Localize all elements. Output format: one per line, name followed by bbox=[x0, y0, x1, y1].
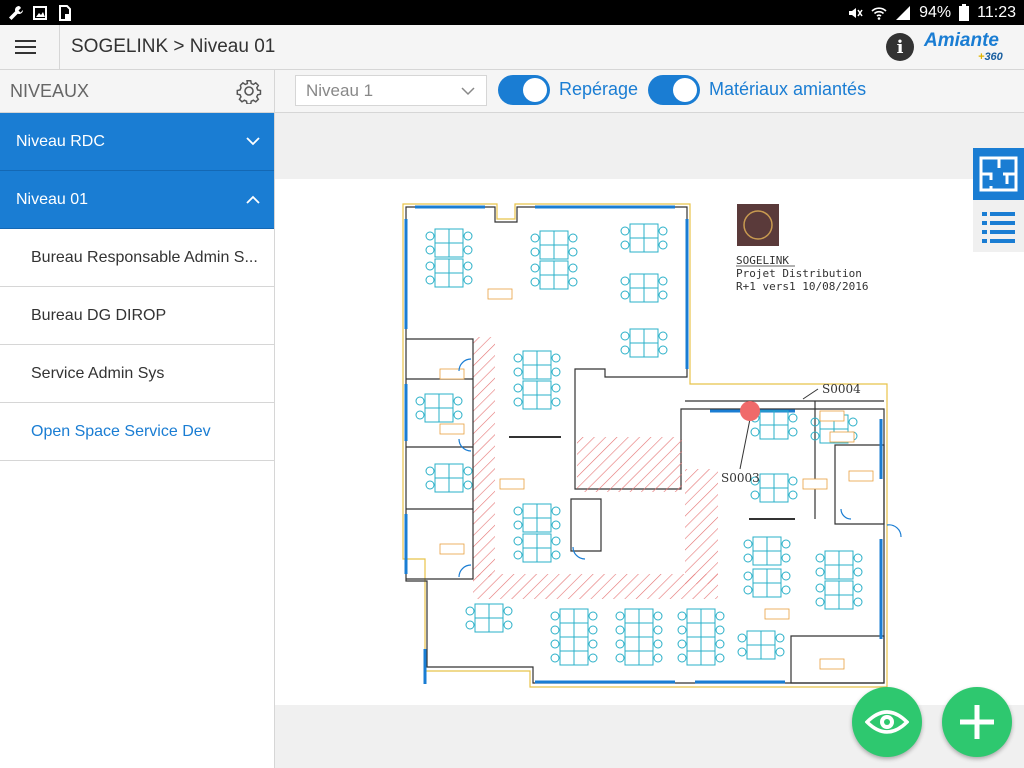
menu-icon[interactable] bbox=[0, 25, 50, 70]
plus-icon bbox=[960, 705, 994, 739]
clock: 11:23 bbox=[977, 3, 1016, 21]
image-icon bbox=[33, 5, 47, 20]
floorplan-icon bbox=[979, 156, 1018, 192]
plan-toolbar: Niveau 1 Repérage Matériaux amiantés bbox=[275, 70, 1024, 113]
level-item-rdc[interactable]: Niveau RDC bbox=[0, 113, 274, 171]
signal-icon bbox=[896, 5, 911, 20]
info-icon[interactable]: i bbox=[886, 33, 914, 61]
logo-text: Amiante bbox=[924, 30, 999, 51]
level-select[interactable]: Niveau 1 bbox=[295, 75, 487, 106]
reperage-toggle[interactable] bbox=[498, 75, 550, 105]
sidebar-title: NIVEAUX bbox=[10, 80, 90, 101]
status-bar: 94% 11:23 bbox=[0, 0, 1024, 25]
room-item[interactable]: Bureau DG DIROP bbox=[0, 287, 274, 345]
room-item[interactable]: Bureau Responsable Admin S... bbox=[0, 229, 274, 287]
marker-label-s0003: S0003 bbox=[721, 471, 760, 485]
floor-plan[interactable]: SOGELINK Projet Distribution R+1 vers1 1… bbox=[275, 179, 1024, 705]
list-view-button[interactable] bbox=[973, 200, 1024, 252]
battery-icon bbox=[959, 4, 970, 21]
level-label: Niveau 01 bbox=[16, 190, 89, 208]
logo-subtext: 360 bbox=[984, 51, 1003, 63]
list-icon bbox=[982, 212, 1015, 243]
battery-percent: 94% bbox=[919, 3, 952, 21]
chevron-down-icon bbox=[461, 87, 475, 96]
divider bbox=[59, 24, 60, 70]
mute-icon bbox=[849, 7, 863, 18]
level-label: Niveau RDC bbox=[16, 132, 105, 150]
level-select-value: Niveau 1 bbox=[306, 80, 374, 100]
marker-label-s0004: S0004 bbox=[822, 382, 861, 396]
wifi-icon bbox=[871, 6, 887, 20]
chevron-down-icon bbox=[246, 137, 260, 146]
main-panel: Niveau 1 Repérage Matériaux amiantés SOG… bbox=[275, 70, 1024, 768]
eye-icon bbox=[865, 710, 909, 734]
gear-icon[interactable] bbox=[236, 78, 262, 104]
floor-plan-drawing: SOGELINK Projet Distribution R+1 vers1 1… bbox=[402, 203, 902, 688]
breadcrumb: SOGELINK > Niveau 01 bbox=[71, 36, 276, 57]
asbestos-marker[interactable] bbox=[740, 401, 760, 421]
wrench-icon bbox=[9, 5, 24, 20]
sidebar-header: NIVEAUX bbox=[0, 70, 274, 113]
room-item[interactable]: Service Admin Sys bbox=[0, 345, 274, 403]
plan-company: SOGELINK bbox=[736, 254, 789, 267]
plan-project: Projet Distribution bbox=[736, 267, 862, 280]
materiaux-label: Matériaux amiantés bbox=[709, 79, 867, 99]
add-fab-button[interactable] bbox=[942, 687, 1012, 757]
view-fab-button[interactable] bbox=[852, 687, 922, 757]
chevron-up-icon bbox=[246, 195, 260, 204]
levels-sidebar: NIVEAUX Niveau RDC Niveau 01 Bureau Resp… bbox=[0, 70, 275, 768]
level-item-01[interactable]: Niveau 01 bbox=[0, 171, 274, 229]
sd-card-icon bbox=[59, 4, 71, 21]
app-bar: SOGELINK > Niveau 01 i Amiante +360 bbox=[0, 24, 1024, 70]
view-switcher bbox=[973, 148, 1024, 254]
plan-version: R+1 vers1 10/08/2016 bbox=[736, 280, 868, 293]
plan-view-button[interactable] bbox=[973, 148, 1024, 200]
reperage-label: Repérage bbox=[559, 79, 639, 99]
app-logo: Amiante +360 bbox=[924, 30, 1003, 63]
materiaux-toggle[interactable] bbox=[648, 75, 700, 105]
room-item-active[interactable]: Open Space Service Dev bbox=[0, 403, 274, 461]
